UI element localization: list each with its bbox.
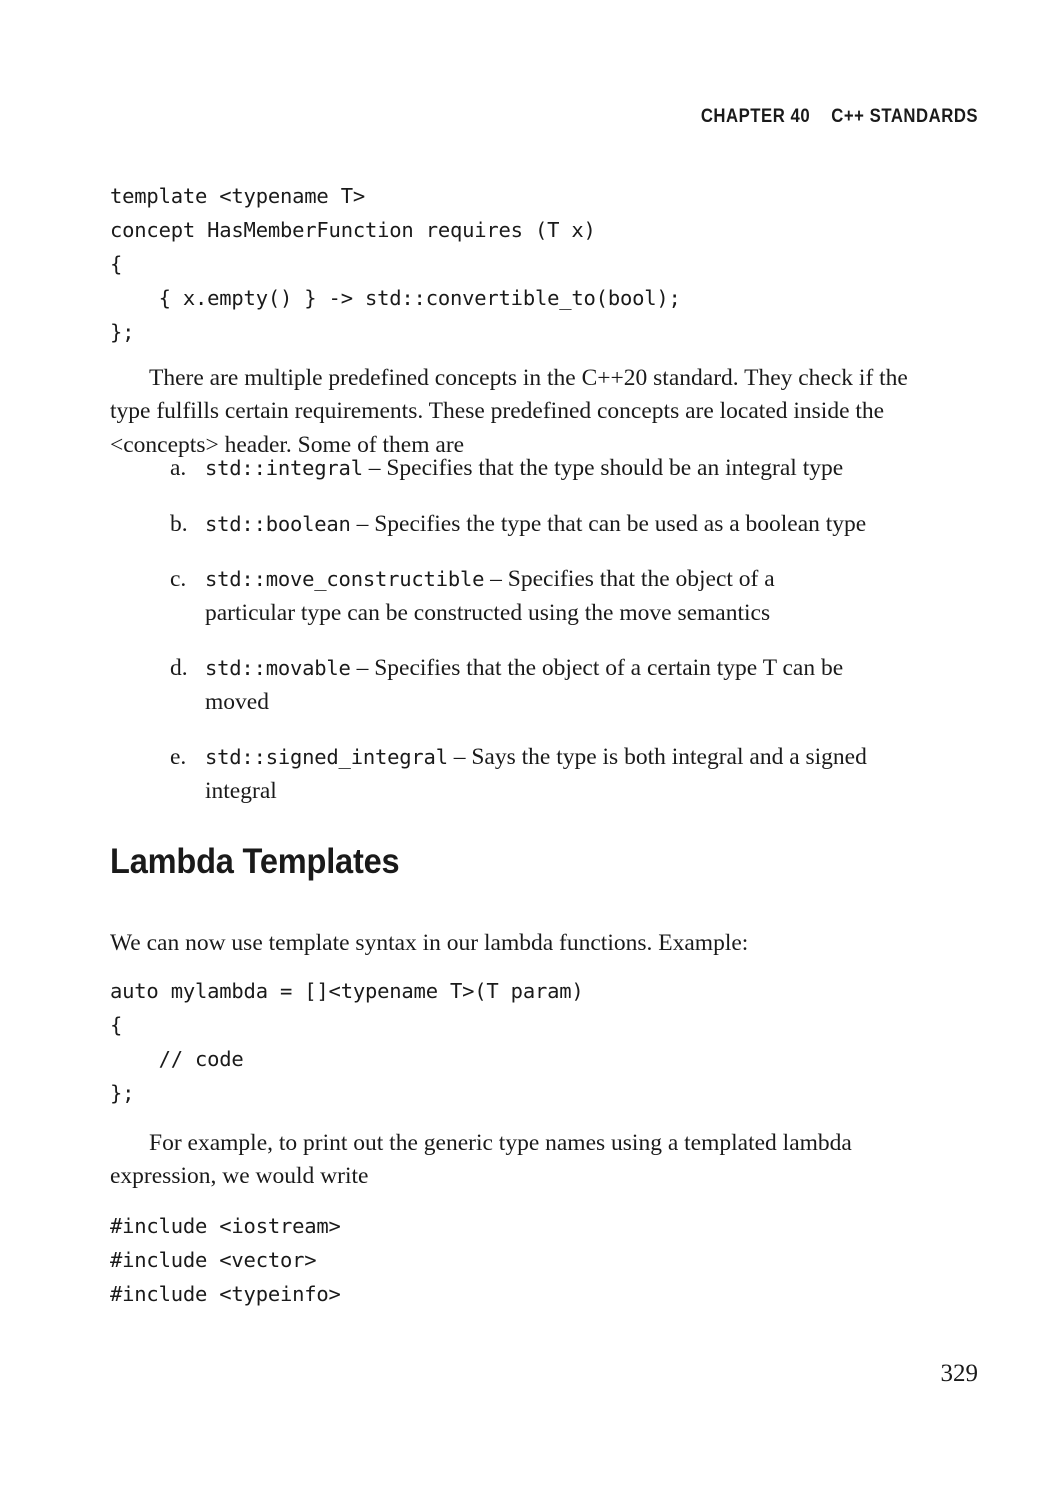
section-heading-lambda-templates: Lambda Templates	[110, 842, 400, 881]
list-marker: a.	[170, 455, 187, 481]
list-item-code: std::movable	[205, 656, 351, 680]
running-head-chapter: CHAPTER 40	[700, 106, 811, 127]
paragraph-template-syntax: We can now use template syntax in our la…	[110, 929, 749, 956]
list-item: e. std::signed_integral – Says the type …	[170, 741, 870, 808]
code-block-lambda: auto mylambda = []<typename T>(T param) …	[110, 978, 584, 1105]
list-marker: b.	[170, 510, 188, 537]
list-item: b. std::boolean – Specifies the type tha…	[170, 508, 870, 542]
list-item: d. std::movable – Specifies that the obj…	[170, 652, 870, 719]
list-item-code: std::move_constructible	[205, 567, 485, 591]
list-item-code: std::integral	[205, 456, 363, 480]
page-number: 329	[940, 1360, 979, 1387]
running-head: CHAPTER 40 C++ STANDARDS	[701, 106, 978, 128]
code-block-concept: template <typename T> concept HasMemberF…	[110, 183, 681, 344]
code-block-includes: #include <iostream> #include <vector> #i…	[110, 1213, 341, 1306]
list-marker: d.	[170, 655, 188, 681]
list-marker: c.	[170, 566, 187, 592]
list-item-code: std::signed_integral	[205, 745, 448, 769]
list-item: c. std::move_constructible – Specifies t…	[170, 563, 870, 630]
list-item: a. std::integral – Specifies that the ty…	[170, 452, 870, 486]
paragraph-for-example: For example, to print out the generic ty…	[110, 1129, 852, 1190]
paragraph-predefined-concepts: There are multiple predefined concepts i…	[110, 364, 908, 458]
list-item-description: – Specifies the type that can be used as…	[350, 510, 867, 537]
document-page: CHAPTER 40 C++ STANDARDS template <typena…	[0, 0, 1050, 1500]
list-item-code: std::boolean	[205, 511, 351, 536]
list-marker: e.	[170, 744, 187, 770]
running-head-title: C++ STANDARDS	[831, 106, 978, 127]
predefined-concepts-list: a. std::integral – Specifies that the ty…	[170, 452, 870, 808]
list-item-description: – Specifies that the type should be an i…	[362, 455, 844, 481]
